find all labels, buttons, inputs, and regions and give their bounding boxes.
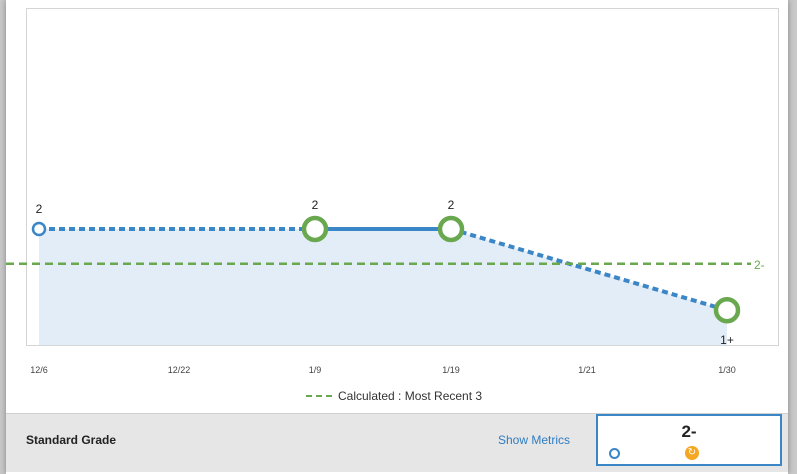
data-point-marker	[713, 296, 741, 324]
x-tick-label: 12/22	[168, 365, 191, 375]
refresh-icon: ↻	[685, 446, 699, 460]
standard-grade-bar: Standard Grade Show Metrics 2- ↻	[6, 413, 788, 472]
legend-swatch	[306, 395, 332, 397]
calculated-label: 2-	[754, 258, 765, 272]
data-point-marker	[31, 221, 47, 237]
data-point-marker	[301, 215, 329, 243]
data-point-label: 1+	[720, 333, 734, 347]
x-tick-label: 1/30	[718, 365, 736, 375]
area-fill	[39, 229, 727, 345]
standard-grade-label: Standard Grade	[26, 433, 117, 447]
data-point-label: 2	[448, 198, 455, 212]
show-metrics-link[interactable]: Show Metrics	[498, 414, 570, 472]
data-point-label: 2	[36, 202, 43, 216]
legend-label: Calculated : Most Recent 3	[338, 389, 483, 403]
data-point-marker	[437, 215, 465, 243]
chart-legend: Calculated : Most Recent 3	[306, 387, 482, 405]
grade-summary-box[interactable]: 2- ↻	[596, 414, 782, 466]
x-tick-label: 1/19	[442, 365, 460, 375]
grade-panel: 2- 2 2 2 1+ 12/6 12/22 1/9 1/19 1/21 1/30 Calculat…	[6, 0, 788, 474]
data-point-label: 2	[312, 198, 319, 212]
blue-circle-icon	[609, 448, 620, 459]
grade-chart: 2- 2 2 2 1+ 12/6 12/22 1/9 1/19 1/21 1/30 Calculat…	[6, 0, 788, 408]
grade-value: 2-	[681, 422, 697, 441]
x-tick-label: 1/21	[578, 365, 596, 375]
x-tick-label: 1/9	[309, 365, 322, 375]
chart-svg: 2- 2 2 2 1+ 12/6 12/22 1/9 1/19 1/21 1/30	[6, 198, 765, 375]
x-tick-label: 12/6	[30, 365, 48, 375]
